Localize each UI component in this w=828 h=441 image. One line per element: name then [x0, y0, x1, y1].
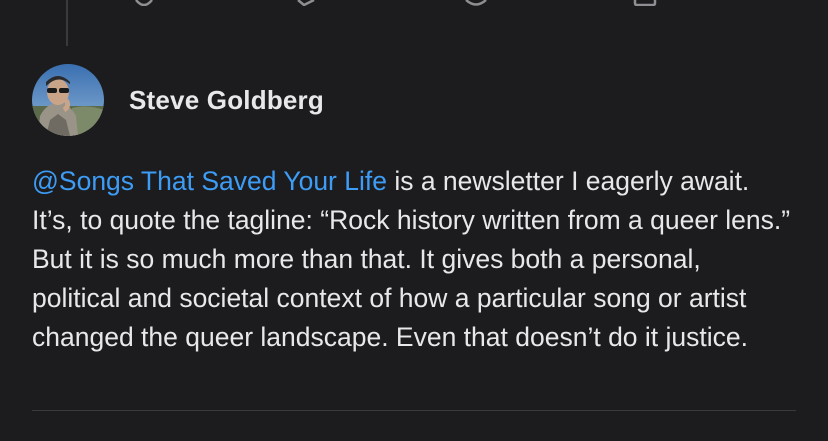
- mention-link[interactable]: @Songs That Saved Your Life: [32, 166, 387, 196]
- restack-icon[interactable]: [462, 0, 490, 6]
- post-body: @Songs That Saved Your Life is a newslet…: [32, 162, 796, 357]
- thread-connector-line: [66, 0, 68, 46]
- comment-icon[interactable]: [294, 0, 318, 6]
- like-icon[interactable]: [132, 0, 156, 6]
- divider: [32, 410, 796, 411]
- author-name[interactable]: Steve Goldberg: [129, 85, 324, 116]
- post-header: Steve Goldberg: [32, 64, 796, 136]
- comment-post: Steve Goldberg @Songs That Saved Your Li…: [32, 64, 796, 357]
- share-icon[interactable]: [632, 0, 658, 6]
- avatar[interactable]: [32, 64, 104, 136]
